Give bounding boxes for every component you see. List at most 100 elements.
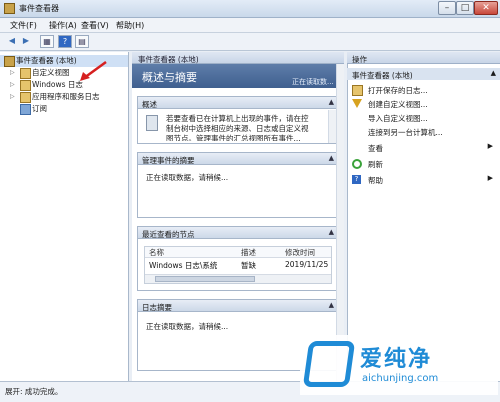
menu-action[interactable]: 操作(A) [49,20,77,31]
menu-help[interactable]: 帮助(H) [116,20,144,31]
red-arrow-annotation-icon [80,60,107,81]
watermark-brand: 爱纯净 [360,347,433,372]
section-title: 概述 [142,100,157,109]
section-title: 最近查看的节点 [142,230,195,239]
action-label: 创建自定义视图... [368,100,428,109]
column-header-description[interactable]: 描述 [241,247,256,258]
tree-item-label: Windows 日志 [32,80,83,89]
expand-arrow-icon[interactable]: ▷ [10,93,15,100]
actions-title: 操作 [352,55,367,64]
action-connect-computer[interactable]: 连接到另一台计算机... [352,126,497,138]
section-admin-events: 管理事件的摘要 ▲ 正在读取数据，请稍候... [137,152,339,218]
action-label: 连接到另一台计算机... [368,128,443,137]
section-title: 管理事件的摘要 [142,156,195,165]
collapse-arrow-icon[interactable]: ▲ [329,228,334,236]
row-description: 暂缺 [241,261,256,270]
overview-log-icon [146,115,158,131]
menu-bar: 文件(F) 操作(A) 查看(V) 帮助(H) [0,18,500,33]
action-label: 打开保存的日志... [368,86,428,95]
subscription-icon [20,104,31,115]
section-header[interactable]: 管理事件的摘要 ▲ [138,153,338,165]
show-hide-action-pane-icon[interactable]: ▤ [75,35,89,48]
banner-status: 正在读取数... [292,78,334,86]
collapse-arrow-icon[interactable]: ▲ [329,98,334,106]
folder-icon [352,85,363,96]
filter-icon [352,99,362,108]
section-recent-nodes: 最近查看的节点 ▲ 名称 描述 修改时间 Windows 日志\系统 暂缺 20… [137,226,339,291]
action-label: 刷新 [368,160,383,169]
admin-loading-text: 正在读取数据，请稍候... [146,173,229,182]
watermark-logo: 爱纯净 aichunjing.com [300,335,498,395]
tree-item-label: 应用程序和服务日志 [32,92,100,101]
tree-item-subscriptions[interactable]: 订阅 [0,103,128,115]
action-open-saved-log[interactable]: 打开保存的日志... [352,84,497,96]
back-icon[interactable]: ◀ [5,35,19,48]
event-viewer-app-icon [4,3,15,14]
tree-item-app-service-logs[interactable]: ▷ 应用程序和服务日志 [0,91,128,103]
folder-icon [20,68,31,79]
action-label: 帮助 [368,176,383,185]
close-button[interactable]: ✕ [474,1,498,15]
actions-group-header[interactable]: 事件查看器 (本地) ▲ [347,68,500,80]
menu-view[interactable]: 查看(V) [81,20,109,31]
status-text: 展开: 成功完成。 [5,387,63,396]
banner-title: 概述与摘要 [142,71,197,84]
action-import-custom-view[interactable]: 导入自定义视图... [352,112,497,124]
maximize-button[interactable]: □ [456,1,474,15]
collapse-arrow-icon[interactable]: ▲ [491,69,496,77]
overview-banner: 概述与摘要 正在读取数... [132,64,344,88]
expand-arrow-icon[interactable]: ▷ [10,81,15,88]
overview-text-line3: 图节点。管理事件的汇总视图所有事件... [166,134,301,141]
console-tree: 事件查看器 (本地) ▷ 自定义视图 ▷ Windows 日志 ▷ 应用程序和服… [0,52,129,381]
window-title: 事件查看器 [19,4,59,13]
tree-item-windows-logs[interactable]: ▷ Windows 日志 [0,79,128,91]
forward-icon[interactable]: ▶ [19,35,33,48]
toolbar: ◀ ▶ ▦ ? ▤ [0,33,500,51]
tree-item-label: 自定义视图 [32,68,70,77]
submenu-arrow-icon: ▶ [487,142,493,150]
tree-item-label: 订阅 [32,104,47,113]
event-viewer-icon [4,56,15,67]
collapse-arrow-icon[interactable]: ▲ [329,301,334,309]
tree-root-label: 事件查看器 (本地) [16,56,77,65]
section-header[interactable]: 概述 ▲ [138,97,338,109]
folder-icon [20,92,31,103]
table-row[interactable]: Windows 日志\系统 暂缺 2019/11/25 [145,260,331,271]
recent-nodes-table: 名称 描述 修改时间 Windows 日志\系统 暂缺 2019/11/25 [144,246,332,284]
action-label: 导入自定义视图... [368,114,428,123]
menu-file[interactable]: 文件(F) [10,20,37,31]
brand-mark-icon [302,341,356,387]
row-modified: 2019/11/25 [285,260,329,269]
actions-group-title: 事件查看器 (本地) [352,71,413,80]
row-name: Windows 日志\系统 [149,261,218,270]
help-icon[interactable]: ? [58,35,72,48]
watermark-url: aichunjing.com [362,373,439,384]
expand-arrow-icon[interactable]: ▷ [10,69,15,76]
action-label: 查看 [368,144,383,153]
minimize-button[interactable]: – [438,1,456,15]
section-overview: 概述 ▲ 若要查看已在计算机上出现的事件，请在控 制台树中选择相应的来源、日志或… [137,96,339,144]
section-header[interactable]: 最近查看的节点 ▲ [138,227,338,239]
action-refresh[interactable]: 刷新 [352,158,497,170]
column-header-modified[interactable]: 修改时间 [285,247,315,258]
show-hide-tree-icon[interactable]: ▦ [40,35,54,48]
center-pane-header: 事件查看器 (本地) [132,52,344,64]
column-header-name[interactable]: 名称 [149,247,164,258]
tree-root[interactable]: 事件查看器 (本地) [0,55,128,67]
log-summary-loading-text: 正在读取数据，请稍候... [146,322,229,331]
tree-item-custom-views[interactable]: ▷ 自定义视图 [0,67,128,79]
scrollbar-thumb[interactable] [155,276,255,282]
actions-header: 操作 [347,52,500,64]
title-bar: 事件查看器 – □ ✕ [0,0,500,18]
table-header-row: 名称 描述 修改时间 [145,247,331,258]
horizontal-scrollbar[interactable] [145,274,331,283]
refresh-icon [352,159,362,169]
folder-icon [20,80,31,91]
center-scrollbar[interactable] [336,64,344,381]
action-view[interactable]: 查看 ▶ [352,142,497,154]
section-header[interactable]: 日志摘要 ▲ [138,300,338,312]
collapse-arrow-icon[interactable]: ▲ [329,154,334,162]
help-icon: ? [352,175,361,184]
action-create-custom-view[interactable]: 创建自定义视图... [352,98,497,110]
action-help[interactable]: ? 帮助 ▶ [352,174,497,186]
